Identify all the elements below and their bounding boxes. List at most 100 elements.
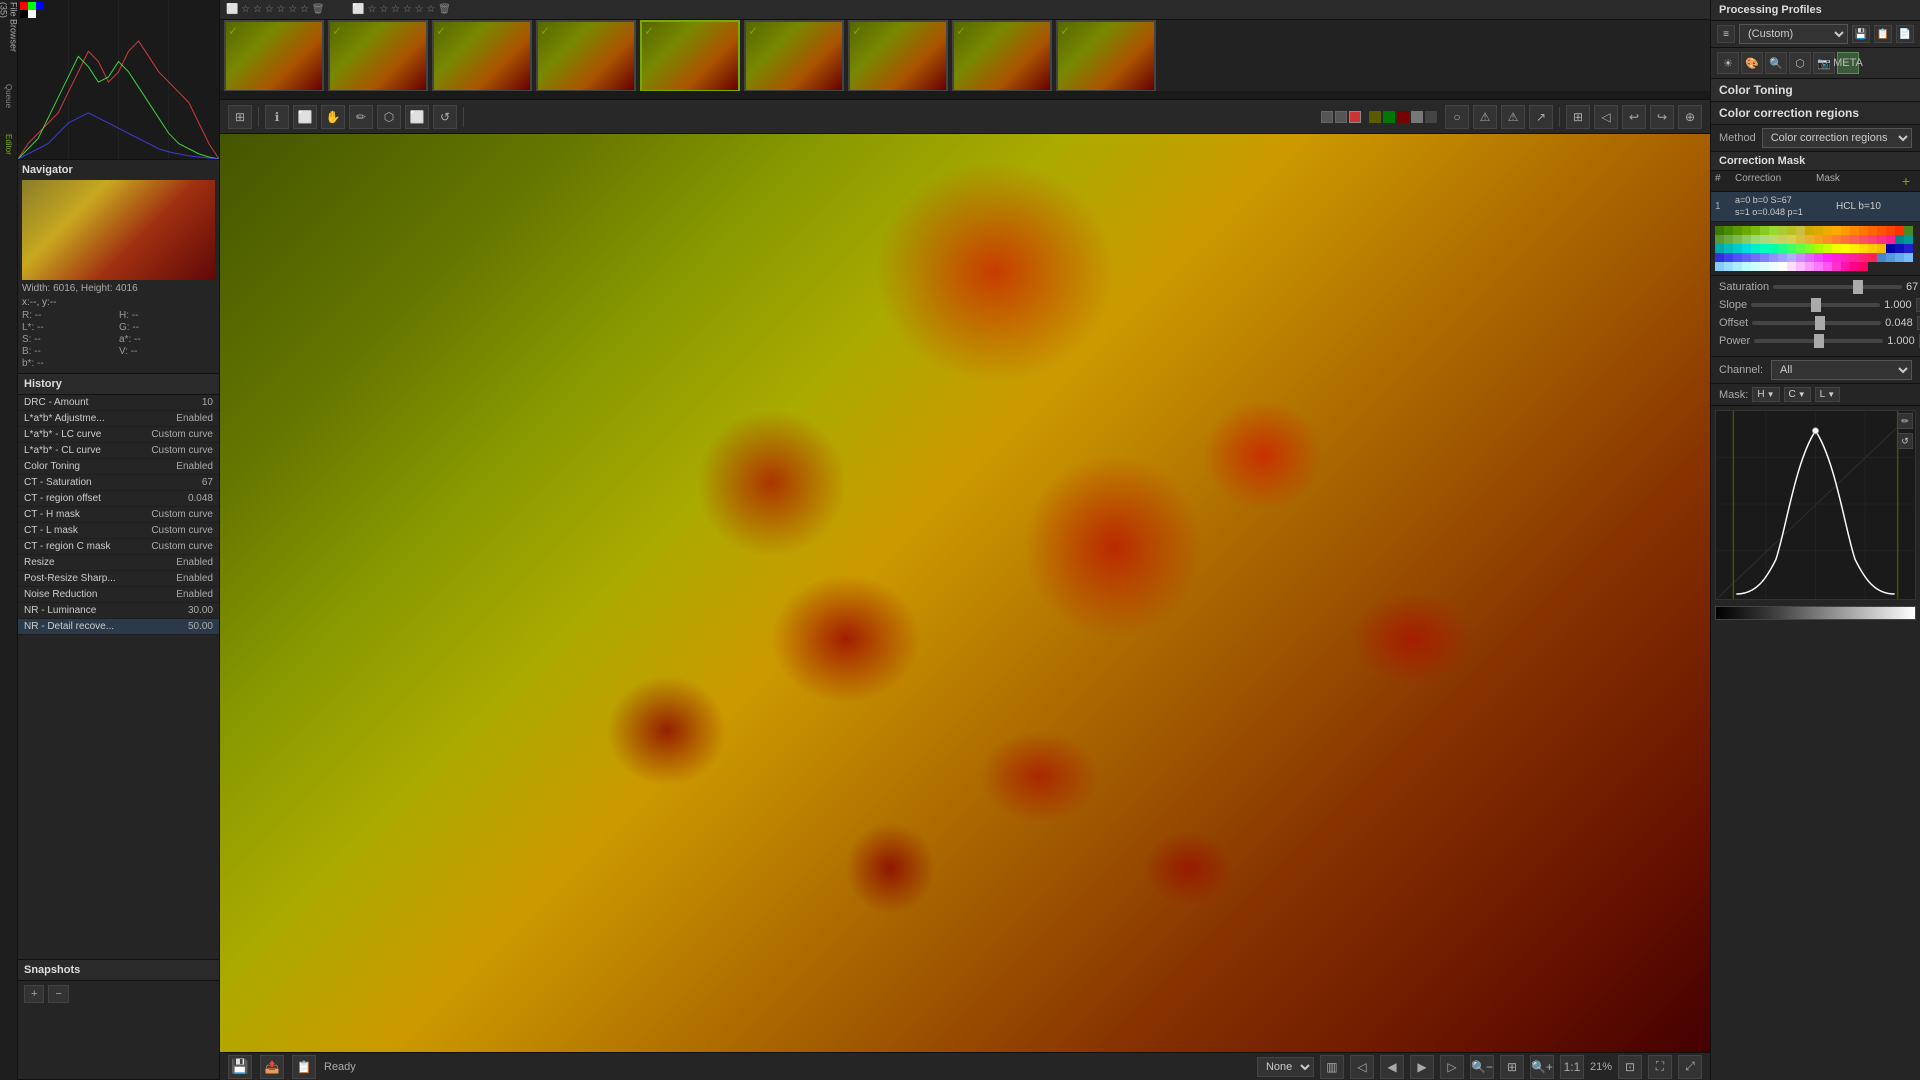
history-item[interactable]: CT - region C maskCustom curve [18,539,219,555]
tool-warning-1[interactable]: ⚠ [1473,105,1497,129]
color-cell[interactable] [1895,244,1904,253]
color-cell[interactable] [1760,235,1769,244]
tool-crop-info[interactable]: ⬜ [293,105,317,129]
filmstrip-item[interactable]: ✓ [848,20,948,91]
color-cell[interactable] [1886,235,1895,244]
color-cell[interactable] [1742,253,1751,262]
color-cell[interactable] [1841,235,1850,244]
tool-crop[interactable]: ⬜ [405,105,429,129]
history-item[interactable]: L*a*b* - CL curveCustom curve [18,443,219,459]
tool-warning-2[interactable]: ⚠ [1501,105,1525,129]
color-cell[interactable] [1868,244,1877,253]
color-ind-5[interactable] [1425,111,1437,123]
color-cell[interactable] [1832,253,1841,262]
bottom-queue-btn[interactable]: 📋 [292,1055,316,1079]
color-cell[interactable] [1787,226,1796,235]
color-cell[interactable] [1715,244,1724,253]
processing-profile-select[interactable]: (Custom) [1739,24,1848,44]
bottom-save-btn[interactable]: 💾 [228,1055,252,1079]
color-cell[interactable] [1832,235,1841,244]
color-cell[interactable] [1904,235,1913,244]
color-cell[interactable] [1832,262,1841,271]
bottom-fullscreen-btn[interactable]: ⛶ [1648,1055,1672,1079]
color-cell[interactable] [1751,253,1760,262]
color-cell[interactable] [1814,262,1823,271]
color-cell[interactable] [1787,253,1796,262]
tool-export[interactable]: ↗ [1529,105,1553,129]
color-cell[interactable] [1850,235,1859,244]
color-cell[interactable] [1769,244,1778,253]
color-cell[interactable] [1814,235,1823,244]
color-cell[interactable] [1751,226,1760,235]
color-cell[interactable] [1868,226,1877,235]
slope-slider[interactable] [1751,303,1880,307]
color-cell[interactable] [1769,253,1778,262]
filmstrip-item[interactable]: ✓ [536,20,636,91]
history-item[interactable]: CT - H maskCustom curve [18,507,219,523]
color-cell[interactable] [1823,244,1832,253]
color-cell[interactable] [1742,262,1751,271]
slope-minus[interactable]: − [1916,298,1920,312]
pp-save-btn[interactable]: 💾 [1852,25,1870,43]
color-cell[interactable] [1850,262,1859,271]
color-cell[interactable] [1877,226,1886,235]
panel-icon-transform[interactable]: ⬡ [1789,52,1811,74]
remove-snapshot-button[interactable]: − [48,985,68,1003]
curve-reset-btn[interactable]: ↺ [1897,433,1913,449]
channel-select[interactable]: All [1771,360,1912,380]
tab-editor[interactable]: Editor [1,130,17,158]
tool-rotate[interactable]: ↺ [433,105,457,129]
history-item[interactable]: L*a*b* Adjustme...Enabled [18,411,219,427]
tool-hand[interactable]: ✋ [321,105,345,129]
bottom-zoom-in-btn[interactable]: 🔍+ [1530,1055,1554,1079]
color-cell[interactable] [1751,262,1760,271]
color-ind-2[interactable] [1383,111,1395,123]
view-btn-2[interactable] [1335,111,1347,123]
color-cell[interactable] [1787,235,1796,244]
color-ind-1[interactable] [1369,111,1381,123]
bottom-next-btn[interactable]: ▶ [1410,1055,1434,1079]
color-cell[interactable] [1742,235,1751,244]
color-cell[interactable] [1823,235,1832,244]
filmstrip-item[interactable]: ✓ [952,20,1052,91]
color-cell[interactable] [1733,262,1742,271]
color-cell[interactable] [1832,226,1841,235]
color-cell[interactable] [1778,226,1787,235]
color-cell[interactable] [1760,253,1769,262]
color-cell[interactable] [1796,235,1805,244]
color-cell[interactable] [1742,226,1751,235]
color-cell[interactable] [1823,253,1832,262]
color-cell[interactable] [1760,244,1769,253]
tool-info[interactable]: ℹ [265,105,289,129]
bottom-nav-btn[interactable]: ◁ [1350,1055,1374,1079]
color-cell[interactable] [1796,244,1805,253]
view-btn-3[interactable] [1349,111,1361,123]
panel-icon-detail[interactable]: 🔍 [1765,52,1787,74]
bottom-send-btn[interactable]: 📤 [260,1055,284,1079]
color-cell[interactable] [1823,226,1832,235]
color-cell[interactable] [1796,262,1805,271]
color-cell[interactable] [1814,226,1823,235]
history-item[interactable]: ResizeEnabled [18,555,219,571]
color-cell[interactable] [1733,226,1742,235]
pp-copy-btn[interactable]: 📋 [1874,25,1892,43]
offset-slider[interactable] [1752,321,1881,325]
filmstrip-item[interactable]: ✓ [432,20,532,91]
color-cell[interactable] [1895,235,1904,244]
color-cell[interactable] [1859,262,1868,271]
filmstrip-scrollbar[interactable] [220,91,1710,99]
tool-save[interactable]: ⊕ [1678,105,1702,129]
color-cell[interactable] [1724,262,1733,271]
color-cell[interactable] [1751,244,1760,253]
color-cell[interactable] [1715,253,1724,262]
color-cell[interactable] [1796,253,1805,262]
color-cell[interactable] [1814,244,1823,253]
color-cell[interactable] [1832,244,1841,253]
panel-icon-raw[interactable]: 📷 [1813,52,1835,74]
mask-c-btn[interactable]: C ▼ [1784,387,1811,402]
view-btn-1[interactable] [1321,111,1333,123]
color-cell[interactable] [1733,235,1742,244]
curve-edit-btn[interactable]: ✏ [1897,413,1913,429]
filmstrip-item[interactable]: ✓ [224,20,324,91]
filmstrip-item[interactable]: ✓ [1056,20,1156,91]
